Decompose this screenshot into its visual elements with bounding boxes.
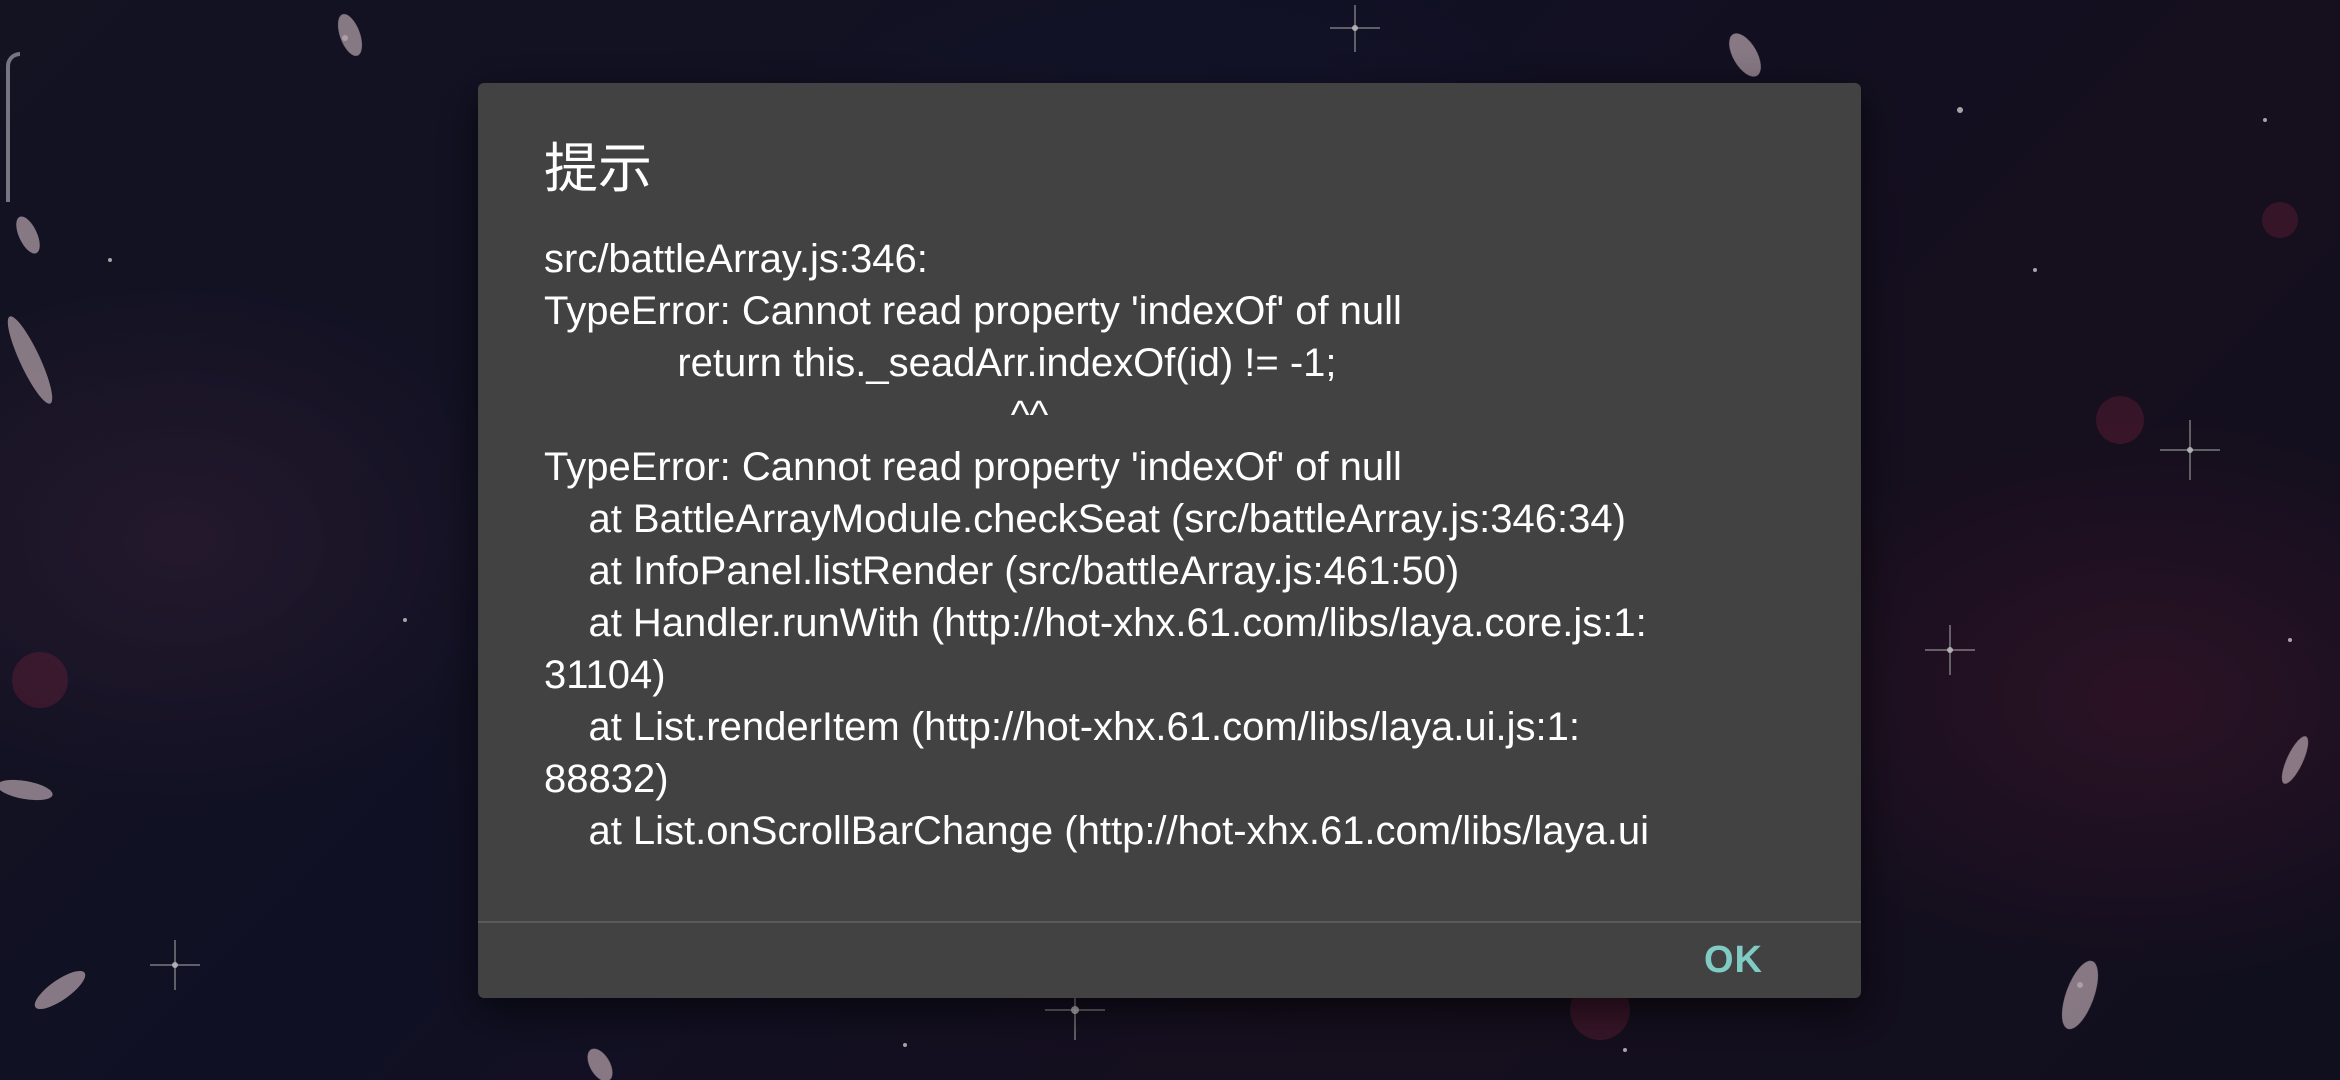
dialog-message-scroll-area[interactable]: src/battleArray.js:346: TypeError: Canno…: [478, 233, 1861, 923]
ok-button[interactable]: OK: [1694, 923, 1773, 998]
message-line: at List.renderItem (http://hot-xhx.61.co…: [544, 705, 1580, 749]
message-line: src/battleArray.js:346:: [544, 237, 928, 281]
message-line: TypeError: Cannot read property 'indexOf…: [544, 445, 1402, 489]
message-line: at BattleArrayModule.checkSeat (src/batt…: [544, 497, 1626, 541]
message-line: at Handler.runWith (http://hot-xhx.61.co…: [544, 601, 1647, 645]
dialog-message: src/battleArray.js:346: TypeError: Canno…: [544, 233, 1824, 857]
message-line: return this._seadArr.indexOf(id) != -1;: [544, 341, 1337, 385]
alert-dialog: 提示 src/battleArray.js:346: TypeError: Ca…: [478, 83, 1861, 998]
message-line: TypeError: Cannot read property 'indexOf…: [544, 289, 1402, 333]
dialog-title: 提示: [544, 139, 652, 199]
message-line: ^^: [544, 393, 1049, 437]
message-line: 88832): [544, 757, 669, 801]
message-line: at InfoPanel.listRender (src/battleArray…: [544, 549, 1460, 593]
edge-swipe-handle-icon[interactable]: [6, 52, 20, 202]
message-line: 31104): [544, 653, 666, 697]
message-line: at List.onScrollBarChange (http://hot-xh…: [544, 809, 1649, 853]
